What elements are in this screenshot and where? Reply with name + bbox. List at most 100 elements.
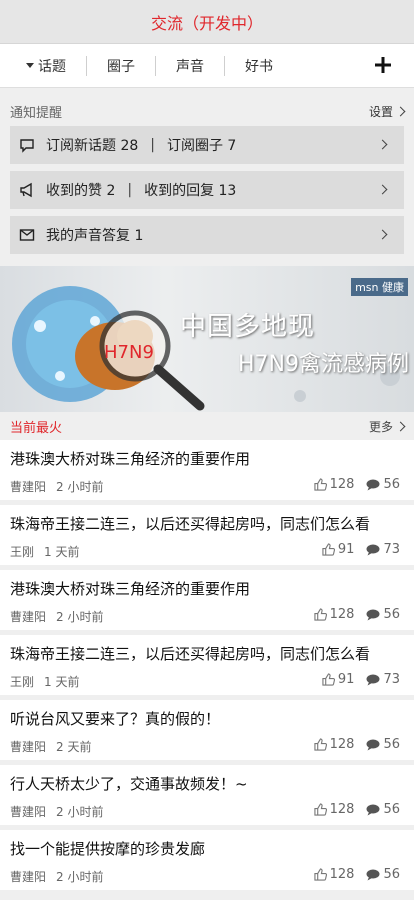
thumbs-up-icon	[313, 738, 327, 751]
megaphone-icon	[18, 181, 36, 199]
comment-icon	[18, 136, 36, 154]
topic-time: 2 天前	[56, 740, 92, 754]
envelope-icon	[18, 226, 36, 244]
list-item[interactable]: 港珠澳大桥对珠三角经济的重要作用曹建阳 2 小时前 128 56	[0, 570, 414, 630]
topic-title: 听说台风又要来了？真的假的！	[10, 710, 221, 728]
topic-stats: 91 73	[310, 542, 400, 557]
app-header: 交流（开发中）	[0, 0, 414, 44]
comment-bubble-icon	[366, 804, 380, 815]
like-count[interactable]: 91	[322, 542, 355, 557]
notification-row-subscriptions[interactable]: 订阅新话题 28 | 订阅圈子 7	[10, 126, 404, 164]
voice-replies-count: 我的声音答复 1	[46, 228, 144, 244]
tab-topics-label: 话题	[38, 58, 66, 75]
comment-count[interactable]: 56	[366, 477, 400, 492]
news-banner[interactable]: H7N9 中国多地现 H7N9禽流感病例 msn 健康	[0, 266, 414, 412]
like-count-value: 91	[337, 672, 355, 687]
list-item[interactable]: 港珠澳大桥对珠三角经济的重要作用曹建阳 2 小时前 128 56	[0, 440, 414, 500]
topic-time: 1 天前	[44, 675, 80, 689]
topic-time: 2 小时前	[56, 870, 104, 884]
comment-count-value: 56	[383, 867, 400, 882]
comment-count[interactable]: 56	[366, 607, 400, 622]
topic-time: 2 小时前	[56, 480, 104, 494]
topic-author: 曹建阳	[10, 480, 47, 494]
topic-author: 曹建阳	[10, 610, 47, 624]
tab-voices-label: 声音	[176, 58, 204, 75]
notification-section: 通知提醒 设置 订阅新话题 28 | 订阅圈子 7 收到的赞 2 | 收到的回复…	[0, 88, 414, 254]
tab-circles-label: 圈子	[107, 58, 135, 75]
topic-author: 曹建阳	[10, 870, 47, 884]
hot-section-header: 当前最火 更多	[0, 412, 414, 440]
tab-books-label: 好书	[245, 58, 273, 75]
like-count[interactable]: 128	[313, 802, 355, 817]
divider: |	[127, 182, 133, 198]
like-count-value: 128	[329, 477, 355, 492]
like-count[interactable]: 128	[313, 477, 355, 492]
topic-stats: 128 56	[302, 477, 400, 492]
like-count-value: 128	[329, 802, 355, 817]
comment-count[interactable]: 56	[366, 802, 400, 817]
topic-stats: 128 56	[302, 737, 400, 752]
comment-bubble-icon	[366, 479, 380, 490]
like-count[interactable]: 128	[313, 607, 354, 622]
list-item[interactable]: 行人天桥太少了，交通事故频发！~ 曹建阳 2 小时前 128 56	[0, 765, 414, 825]
tab-bar: 话题 圈子 声音 好书	[0, 44, 414, 88]
list-item[interactable]: 珠海帝王接二连三，以后还买得起房吗，同志们怎么看 王刚 1 天前 91 73	[0, 635, 414, 695]
divider: |	[150, 137, 155, 153]
likes-received-count: 收到的赞 2	[46, 183, 116, 199]
banner-subheadline: H7N9禽流感病例	[238, 352, 409, 377]
tab-circles[interactable]: 圈子	[87, 55, 156, 76]
chevron-right-icon	[377, 139, 388, 150]
thumbs-up-icon	[313, 803, 327, 816]
banner-badge: H7N9	[104, 342, 154, 363]
caret-down-icon	[26, 63, 34, 68]
topic-stats: 128 56	[302, 867, 400, 882]
hot-topic-list: 港珠澳大桥对珠三角经济的重要作用 曹建阳 2 小时前 128 56 珠海帝王接二连三，以后…	[0, 440, 414, 890]
comment-count[interactable]: 73	[366, 672, 400, 687]
thumbs-up-icon	[322, 673, 335, 686]
settings-link[interactable]: 设置	[369, 103, 406, 120]
topic-author: 曹建阳	[10, 805, 47, 819]
like-count-value: 128	[329, 867, 355, 882]
topic-title: 珠海帝王接二连三，以后还买得起房吗，同志们怎么看	[10, 515, 371, 533]
add-icon[interactable]	[374, 56, 392, 74]
subscribed-circles-count: 订阅圈子 7	[166, 138, 237, 154]
like-count-value: 91	[337, 542, 355, 557]
comment-count-value: 56	[383, 477, 400, 492]
topic-author: 王刚	[10, 675, 35, 689]
tab-books[interactable]: 好书	[225, 56, 293, 76]
comment-bubble-icon	[366, 674, 380, 685]
topic-stats: 128 56	[302, 802, 400, 817]
comment-bubble-icon	[366, 739, 380, 750]
list-item[interactable]: 听说台风又要来了？真的假的！ 曹建阳 2 天前 128 56	[0, 700, 414, 760]
thumbs-up-icon	[313, 868, 327, 881]
notification-row-likes[interactable]: 收到的赞 2 | 收到的回复 13	[10, 171, 404, 209]
list-item[interactable]: 找一个能提供按摩的珍贵发廊 曹建阳 2 小时前 128 56	[0, 830, 414, 890]
topic-title: 港珠澳大桥对珠三角经济的重要作用	[10, 580, 251, 598]
tab-voices[interactable]: 声音	[156, 55, 225, 76]
comment-bubble-icon	[366, 609, 380, 620]
chevron-right-icon	[377, 184, 388, 195]
topic-title: 行人天桥太少了，交通事故频发！~	[10, 775, 248, 793]
topic-time: 2 小时前	[56, 610, 104, 624]
subscribed-topics-count: 订阅新话题 28	[46, 138, 139, 154]
like-count-value: 128	[329, 737, 355, 752]
more-label: 更多	[368, 419, 393, 434]
like-count[interactable]: 128	[313, 867, 355, 882]
topic-author: 曹建阳	[10, 740, 47, 754]
like-count[interactable]: 91	[322, 672, 355, 687]
thumbs-up-icon	[313, 478, 327, 491]
topic-title: 港珠澳大桥对珠三角经济的重要作用	[10, 450, 251, 468]
more-link[interactable]: 更多	[368, 418, 406, 435]
comment-count[interactable]: 56	[366, 867, 400, 882]
notification-row-voice[interactable]: 我的声音答复 1	[10, 216, 404, 254]
comment-count[interactable]: 73	[366, 542, 400, 557]
comment-count[interactable]: 56	[366, 737, 400, 752]
notification-header: 通知提醒 设置	[10, 88, 406, 126]
list-item[interactable]: 珠海帝王接二连三，以后还买得起房吗，同志们怎么看 王刚 1 天前 91 73	[0, 505, 414, 565]
comment-count-value: 73	[383, 542, 400, 557]
topic-stats: 91 73	[310, 672, 400, 687]
topic-time: 2 小时前	[56, 805, 104, 819]
tab-topics[interactable]: 话题	[0, 55, 87, 76]
comment-count-value: 73	[383, 672, 400, 687]
like-count[interactable]: 128	[313, 737, 355, 752]
